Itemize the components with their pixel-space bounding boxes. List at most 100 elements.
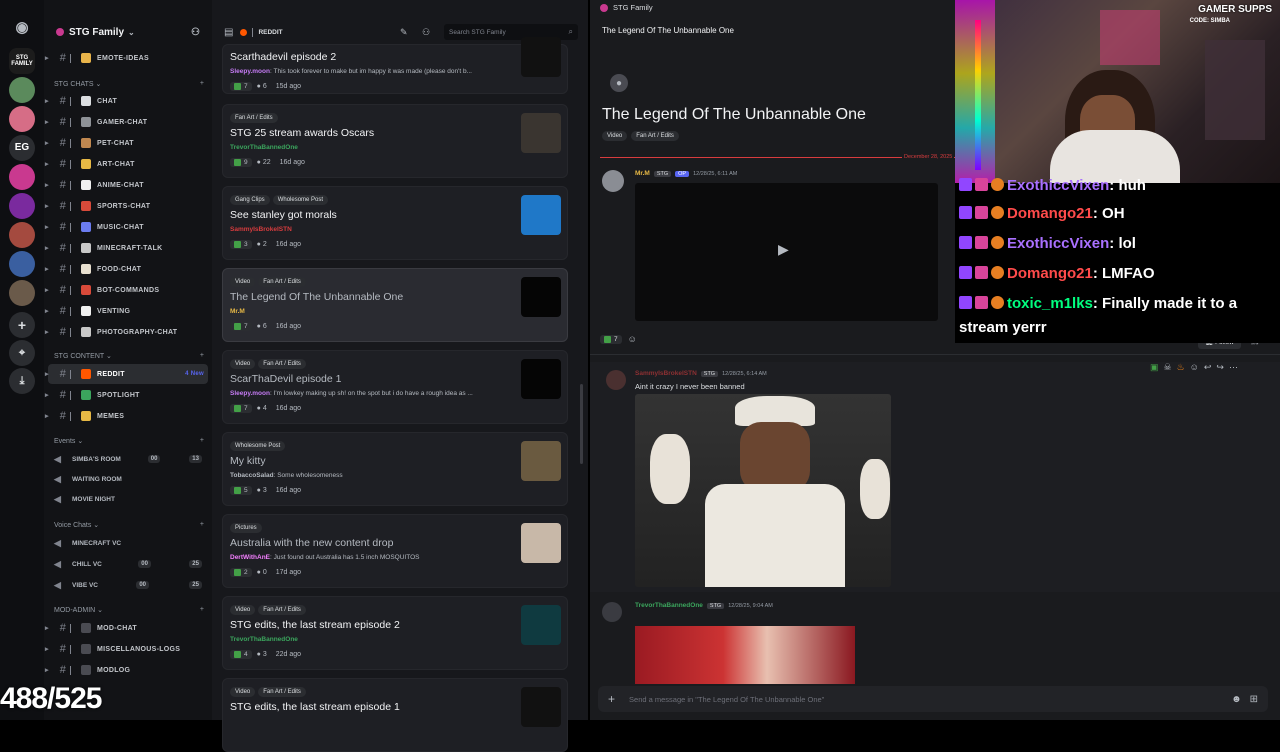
server-icon[interactable]	[9, 77, 35, 103]
stg-emote-icon[interactable]: ▣	[1150, 362, 1159, 373]
event-channel[interactable]: ◀︎ WAITING ROOM	[54, 470, 204, 488]
category-header[interactable]: MOD-ADMIN ⌄ +	[54, 606, 204, 614]
event-channel[interactable]: ◀︎ MOVIE NIGHT	[54, 490, 204, 508]
add-channel-icon[interactable]: +	[200, 80, 204, 88]
message-author[interactable]: TrevorThaBannedOne	[635, 602, 703, 609]
forum-post[interactable]: Video Fan Art / Edits ScarThaDevil episode…	[222, 350, 568, 424]
gif-image[interactable]	[635, 394, 891, 587]
reaction-chip[interactable]: 7	[600, 334, 622, 344]
forum-post[interactable]: Scarthadevil episode 2 Sleepy.moon: This …	[222, 37, 568, 94]
post-thumbnail[interactable]	[521, 37, 561, 77]
post-thumbnail[interactable]	[521, 687, 561, 727]
server-icon[interactable]	[9, 222, 35, 248]
explore-icon[interactable]: ⌖	[9, 340, 35, 366]
reaction-chip[interactable]: 9	[230, 158, 252, 167]
reply-icon[interactable]: ↩	[1204, 362, 1212, 373]
event-channel[interactable]: ◀︎ SIMBA'S ROOM 00 13	[54, 450, 204, 468]
forum-post[interactable]: Video Fan Art / Edits STG edits, the last …	[222, 596, 568, 670]
channel-sports-chat[interactable]: ▸ # SPORTS-CHAT	[45, 196, 208, 216]
channel-anime-chat[interactable]: ▸ # ANIME-CHAT	[45, 175, 208, 195]
forum-post[interactable]: Wholesome Post My kitty TobaccoSalad: Some…	[222, 432, 568, 506]
add-reaction-icon[interactable]: ☺	[628, 334, 637, 344]
avatar[interactable]	[606, 370, 626, 390]
server-icon[interactable]	[9, 164, 35, 190]
post-thumbnail[interactable]	[521, 113, 561, 153]
channel-miscellanous-logs[interactable]: ▸ # MISCELLANOUS-LOGS	[45, 639, 208, 659]
members-icon[interactable]: ⚇	[422, 27, 430, 38]
discord-home-icon[interactable]: ◉	[9, 14, 35, 40]
fire-icon[interactable]: ♨	[1177, 362, 1185, 373]
channel-pet-chat[interactable]: ▸ # PET-CHAT	[45, 133, 208, 153]
voice-channel[interactable]: ◀︎ VIBE VC 00 25	[54, 576, 204, 594]
channel-minecraft-talk[interactable]: ▸ # MINECRAFT-TALK	[45, 238, 208, 258]
avatar[interactable]	[602, 602, 622, 622]
server-icon[interactable]	[9, 280, 35, 306]
apps-icon[interactable]: ⊞	[1250, 694, 1258, 705]
skull-icon[interactable]: ☠	[1164, 362, 1172, 373]
reaction-chip[interactable]: 7	[230, 404, 252, 413]
reaction-chip[interactable]: 7	[230, 322, 252, 331]
forum-post[interactable]: Fan Art / Edits STG 25 stream awards Osca…	[222, 104, 568, 178]
reaction-chip[interactable]: 5	[230, 486, 252, 495]
channel-memes[interactable]: ▸ # MEMES	[45, 406, 208, 426]
category-header[interactable]: Events ⌄ +	[54, 437, 204, 445]
add-channel-icon[interactable]: +	[200, 521, 204, 529]
channel-spotlight[interactable]: ▸ # SPOTLIGHT	[45, 385, 208, 405]
channel-chat[interactable]: ▸ # CHAT	[45, 91, 208, 111]
reaction-chip[interactable]: 3	[230, 240, 252, 249]
add-server-icon[interactable]: +	[9, 312, 35, 338]
reaction-chip[interactable]: 2	[230, 568, 252, 577]
post-thumbnail[interactable]	[521, 359, 561, 399]
avatar[interactable]	[602, 170, 624, 192]
image-attachment[interactable]	[635, 626, 855, 684]
attach-icon[interactable]: +	[608, 692, 615, 706]
mute-icon[interactable]: ✎	[400, 27, 408, 38]
forum-post[interactable]: Video Fan Art / Edits The Legend Of The Un…	[222, 268, 568, 342]
channel-music-chat[interactable]: ▸ # MUSIC-CHAT	[45, 217, 208, 237]
download-icon[interactable]: ⤓	[9, 368, 35, 394]
reaction-chip[interactable]: 4	[230, 650, 252, 659]
channel-photography-chat[interactable]: ▸ # PHOTOGRAPHY-CHAT	[45, 322, 208, 342]
forum-post[interactable]: Gang Clips Wholesome Post See stanley got …	[222, 186, 568, 260]
post-thumbnail[interactable]	[521, 195, 561, 235]
channel-food-chat[interactable]: ▸ # FOOD-CHAT	[45, 259, 208, 279]
forum-post[interactable]: Pictures Australia with the new content d…	[222, 514, 568, 588]
add-channel-icon[interactable]: +	[200, 437, 204, 445]
more-icon[interactable]: ⋯	[1229, 362, 1238, 373]
add-channel-icon[interactable]: +	[200, 352, 204, 360]
forward-icon[interactable]: ↪	[1216, 362, 1224, 373]
post-thumbnail[interactable]	[521, 605, 561, 645]
category-header[interactable]: Voice Chats ⌄ +	[54, 521, 204, 529]
play-icon[interactable]: ▶	[778, 241, 789, 258]
add-reaction-icon[interactable]: ☺	[1190, 362, 1199, 373]
channel-art-chat[interactable]: ▸ # ART-CHAT	[45, 154, 208, 174]
category-header[interactable]: STG CONTENT ⌄ +	[54, 352, 204, 360]
server-icon[interactable]: EG	[9, 135, 35, 161]
channel-emote-ideas[interactable]: ▸ # EMOTE-IDEAS	[45, 48, 208, 68]
channel-reddit[interactable]: ▸ # REDDIT 4 New	[45, 364, 208, 384]
server-icon[interactable]	[9, 251, 35, 277]
post-thumbnail[interactable]	[521, 277, 561, 317]
voice-channel[interactable]: ◀︎ MINECRAFT VC	[54, 534, 204, 552]
server-icon[interactable]	[9, 193, 35, 219]
scrollbar[interactable]	[580, 384, 583, 464]
reaction-chip[interactable]: 7	[230, 82, 252, 91]
category-header[interactable]: STG CHATS ⌄ +	[54, 80, 204, 88]
op-author[interactable]: Mr.M	[635, 170, 650, 177]
add-member-icon[interactable]: ⚇	[191, 27, 200, 38]
video-player[interactable]: ▶	[635, 183, 938, 321]
channel-gamer-chat[interactable]: ▸ # GAMER-CHAT	[45, 112, 208, 132]
post-thumbnail[interactable]	[521, 441, 561, 481]
add-channel-icon[interactable]: +	[200, 606, 204, 614]
voice-channel[interactable]: ◀︎ CHILL VC 00 25	[54, 555, 204, 573]
post-thumbnail[interactable]	[521, 523, 561, 563]
server-icon[interactable]	[9, 106, 35, 132]
channel-bot-commands[interactable]: ▸ # BOT-COMMANDS	[45, 280, 208, 300]
channel-modlog[interactable]: ▸ # MODLOG	[45, 660, 208, 680]
server-icon[interactable]: STG FAMILY	[9, 48, 35, 74]
forum-post[interactable]: Video Fan Art / Edits STG edits, the last …	[222, 678, 568, 752]
message-composer[interactable]: + Send a message in "The Legend Of The U…	[598, 686, 1268, 712]
emoji-icon[interactable]: ☻	[1231, 694, 1242, 705]
message-author[interactable]: SammyIsBrokeISTN	[635, 370, 697, 377]
channel-venting[interactable]: ▸ # VENTING	[45, 301, 208, 321]
